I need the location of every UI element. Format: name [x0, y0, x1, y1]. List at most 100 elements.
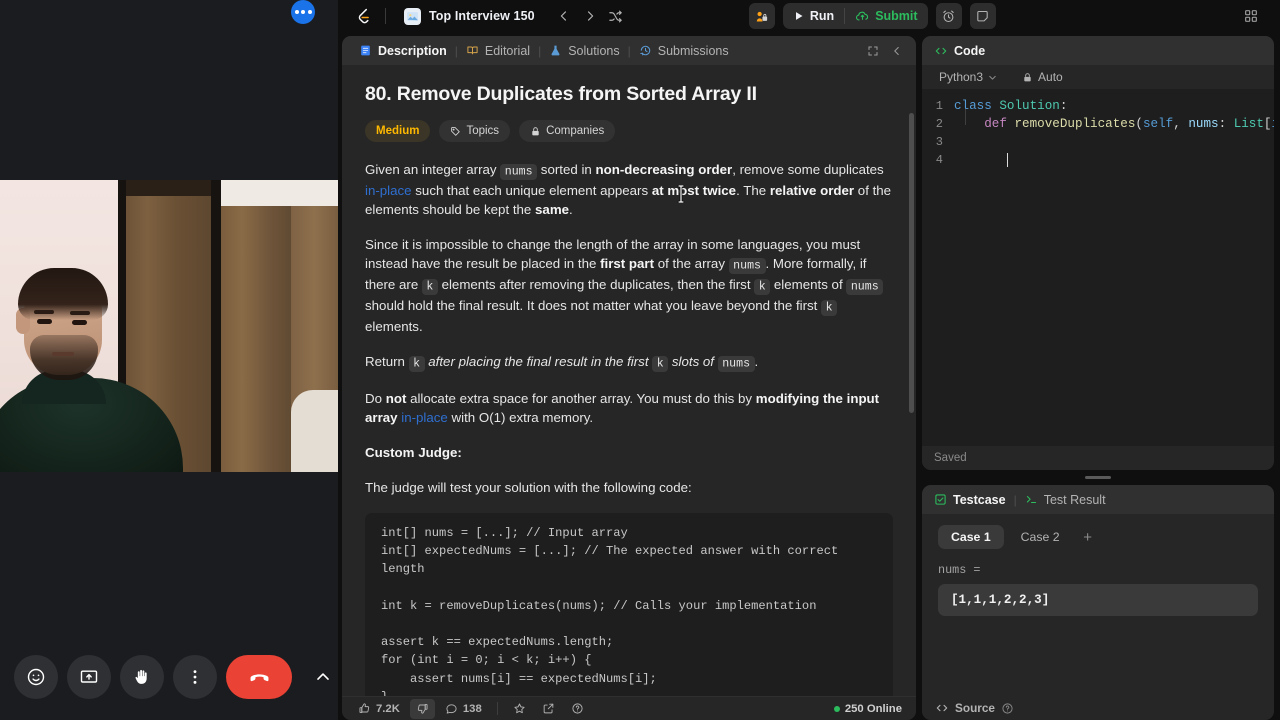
- dislike-button[interactable]: [409, 698, 435, 719]
- autocomplete-toggle[interactable]: Auto: [1017, 68, 1068, 86]
- run-submit-group: Run Submit: [748, 3, 996, 29]
- text-caret: [1006, 152, 1008, 167]
- saved-status: Saved: [934, 452, 967, 464]
- topics-button[interactable]: Topics: [439, 120, 511, 142]
- more-options-button[interactable]: [173, 655, 217, 699]
- share-button[interactable]: [536, 699, 561, 719]
- language-selector[interactable]: Python3: [934, 68, 1003, 86]
- timer-button[interactable]: [935, 3, 962, 29]
- text-fragment: elements after removing the duplicates, …: [437, 277, 755, 292]
- tab-description[interactable]: Description: [351, 36, 455, 65]
- submit-label: Submit: [875, 9, 918, 23]
- code-line: 2 def removeDuplicates(self, nums: List[…: [922, 115, 1274, 133]
- premium-button[interactable]: [748, 3, 775, 29]
- companies-label: Companies: [546, 125, 605, 137]
- token-punct: ,: [1173, 117, 1189, 131]
- tab-editorial[interactable]: Editorial: [458, 36, 538, 65]
- like-button[interactable]: 7.2K: [352, 699, 406, 719]
- bold-text: non-decreasing order: [595, 162, 733, 177]
- code-line: 4: [922, 151, 1274, 169]
- self-video-tile[interactable]: [0, 180, 338, 472]
- shuffle-problem-button[interactable]: [604, 4, 628, 28]
- grid-layout-icon: [1245, 10, 1257, 22]
- testcase-input-field[interactable]: [1,1,1,2,2,3]: [938, 584, 1258, 616]
- description-column: Description | Editorial | Solutions | Su…: [342, 36, 916, 720]
- heading-text: Custom Judge:: [365, 445, 462, 460]
- token-type: List: [1233, 117, 1264, 131]
- difficulty-badge[interactable]: Medium: [365, 120, 431, 142]
- bold-text: same: [535, 202, 570, 217]
- resize-grip: [1085, 476, 1111, 479]
- problem-nav-arrows: [552, 4, 628, 28]
- raise-hand-button[interactable]: [120, 655, 164, 699]
- line-content: class Solution:: [954, 99, 1067, 113]
- panel-resize-handle[interactable]: [922, 475, 1274, 480]
- bold-text: relative order: [769, 183, 855, 198]
- leetcode-logo-icon[interactable]: [352, 5, 374, 27]
- case-tab-1[interactable]: Case 1: [938, 525, 1004, 549]
- badge-dot: [307, 10, 312, 14]
- smiley-icon: [27, 668, 45, 686]
- add-case-button[interactable]: +: [1077, 526, 1099, 548]
- code-editor[interactable]: 1 class Solution: 2 def removeDuplicates…: [922, 89, 1274, 446]
- text-fragment: of the array: [654, 256, 729, 271]
- door-frame-two: [211, 180, 221, 472]
- present-screen-button[interactable]: [67, 655, 111, 699]
- submit-button[interactable]: Submit: [845, 3, 927, 29]
- previous-problem-button[interactable]: [552, 4, 576, 28]
- description-scrollbar[interactable]: [909, 113, 914, 413]
- help-button[interactable]: [565, 699, 590, 719]
- collapse-panel-button[interactable]: [887, 41, 907, 61]
- source-label[interactable]: Source: [955, 701, 995, 715]
- more-options-badge[interactable]: [291, 0, 315, 24]
- white-chair: [291, 390, 338, 472]
- video-call-panel: [0, 0, 338, 720]
- tab-testcase-label: Testcase: [953, 492, 1006, 507]
- in-place-link[interactable]: in-place: [365, 183, 412, 198]
- code-line: 3: [922, 133, 1274, 151]
- problem-list-chip[interactable]: Top Interview 150: [397, 5, 542, 28]
- expand-controls-button[interactable]: [301, 655, 338, 699]
- end-call-button[interactable]: [226, 655, 292, 699]
- italic-text: after placing the final result in the fi…: [424, 354, 653, 369]
- text-fragment: such that each unique element appears: [411, 183, 652, 198]
- chevron-up-icon: [317, 673, 329, 680]
- chevron-left-icon: [894, 46, 899, 55]
- text-fragment: Do: [365, 391, 386, 406]
- comments-button[interactable]: 138: [439, 699, 488, 719]
- inline-code: k: [421, 278, 438, 295]
- token-type: int: [1271, 117, 1274, 131]
- expand-panel-button[interactable]: [863, 41, 883, 61]
- help-circle-icon[interactable]: [1001, 702, 1014, 715]
- case-tab-2[interactable]: Case 2: [1008, 525, 1073, 549]
- companies-button[interactable]: Companies: [519, 120, 616, 142]
- note-button[interactable]: [969, 3, 996, 29]
- tab-test-result[interactable]: Test Result: [1017, 485, 1114, 514]
- in-place-link[interactable]: in-place: [401, 410, 448, 425]
- book-icon: [467, 46, 478, 55]
- favorite-button[interactable]: [507, 699, 532, 719]
- text-fragment: Return: [365, 354, 409, 369]
- leetcode-app: Top Interview 150 Run Submit Description…: [338, 0, 1280, 720]
- paragraph-5: The judge will test your solution with t…: [365, 480, 692, 495]
- document-icon: [361, 45, 370, 56]
- online-count: 250 Online: [844, 702, 902, 715]
- tab-testcase[interactable]: Testcase: [931, 485, 1014, 514]
- play-icon: [795, 12, 803, 20]
- emoji-reaction-button[interactable]: [14, 655, 58, 699]
- tab-code[interactable]: Code: [931, 36, 993, 65]
- description-tab-actions: [863, 41, 907, 61]
- next-problem-button[interactable]: [578, 4, 602, 28]
- leetcode-glyph: [358, 8, 369, 23]
- tab-solutions[interactable]: Solutions: [541, 36, 627, 65]
- layout-button[interactable]: [1238, 3, 1264, 29]
- code-brackets-icon: [935, 47, 947, 54]
- person-eyebrow-left: [34, 310, 54, 314]
- description-scroll-area[interactable]: 80. Remove Duplicates from Sorted Array …: [342, 65, 916, 696]
- testcase-footer: Source: [922, 696, 1274, 720]
- tab-submissions[interactable]: Submissions: [631, 36, 737, 65]
- text-fragment: sorted in: [537, 162, 596, 177]
- run-button[interactable]: Run: [783, 3, 844, 29]
- inline-code: k: [821, 299, 838, 316]
- page-title: 80. Remove Duplicates from Sorted Array …: [365, 83, 757, 105]
